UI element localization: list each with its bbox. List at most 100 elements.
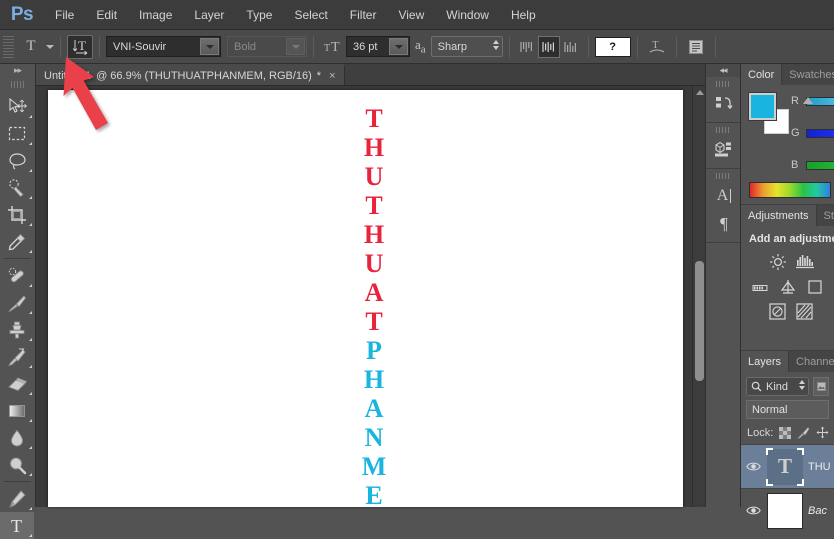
- green-slider[interactable]: [806, 128, 834, 138]
- menu-edit[interactable]: Edit: [85, 0, 128, 30]
- mini-bridge-panel-icon[interactable]: [706, 136, 742, 164]
- menu-view[interactable]: View: [387, 0, 435, 30]
- rectangular-marquee-tool[interactable]: [0, 120, 34, 147]
- hue-saturation-icon[interactable]: [804, 276, 825, 297]
- options-bar-grip[interactable]: [3, 35, 14, 58]
- blur-tool[interactable]: [0, 424, 34, 451]
- dodge-tool[interactable]: [0, 451, 34, 478]
- curves-icon[interactable]: [750, 276, 771, 297]
- menu-type[interactable]: Type: [235, 0, 283, 30]
- document-tab[interactable]: Untitled-1 @ 66.9% (THUTHUATPHANMEM, RGB…: [36, 64, 345, 85]
- divider: [508, 35, 510, 58]
- color-ramp[interactable]: [749, 182, 831, 198]
- menu-layer[interactable]: Layer: [183, 0, 235, 30]
- document-tab-close-button[interactable]: ×: [329, 70, 335, 82]
- layer-thumbnail[interactable]: T: [766, 447, 804, 486]
- quick-selection-tool[interactable]: [0, 174, 34, 201]
- font-size-field[interactable]: 36 pt: [346, 36, 410, 57]
- layer-thumbnail[interactable]: [767, 492, 803, 529]
- dock-collapse-button[interactable]: ◂◂: [706, 64, 740, 77]
- tool-preset-picker[interactable]: T: [18, 35, 44, 59]
- character-panel-icon[interactable]: A: [706, 182, 742, 210]
- anti-alias-stepper[interactable]: [492, 40, 499, 50]
- black-white-icon[interactable]: [794, 301, 815, 322]
- menu-window[interactable]: Window: [435, 0, 500, 30]
- table-row[interactable]: T THU: [741, 444, 834, 488]
- chevron-down-icon[interactable]: [46, 44, 54, 49]
- green-channel-row: G: [791, 127, 834, 139]
- blend-mode-select[interactable]: Normal: [746, 400, 829, 419]
- history-panel-icon[interactable]: [706, 90, 742, 118]
- history-brush-tool[interactable]: [0, 343, 34, 370]
- image-canvas[interactable]: T H U T H U A T P H A N M E M: [48, 90, 683, 507]
- font-family-dropdown[interactable]: [200, 38, 219, 55]
- menu-help[interactable]: Help: [500, 0, 547, 30]
- font-style-field[interactable]: Bold: [227, 36, 307, 57]
- color-balance-icon[interactable]: [767, 301, 788, 322]
- eyedropper-tool[interactable]: [0, 228, 34, 255]
- dock-group-grip[interactable]: [716, 125, 730, 134]
- table-row[interactable]: Bac: [741, 488, 834, 532]
- scroll-up-arrow-icon[interactable]: [696, 90, 704, 95]
- foreground-color-swatch[interactable]: [748, 92, 777, 121]
- tab-color[interactable]: Color: [741, 64, 783, 85]
- document-area: Untitled-1 @ 66.9% (THUTHUATPHANMEM, RGB…: [36, 64, 705, 507]
- tools-panel-collapse-button[interactable]: ▸▸: [0, 64, 35, 77]
- tab-styles[interactable]: Sty: [816, 205, 834, 226]
- gradient-tool[interactable]: [0, 397, 34, 424]
- tools-panel-grip[interactable]: [11, 78, 24, 90]
- lock-image-pixels-icon[interactable]: [797, 426, 810, 439]
- toggle-text-orientation-button[interactable]: T: [67, 34, 93, 59]
- toggle-character-paragraph-panels-button[interactable]: [683, 35, 709, 59]
- spot-healing-brush-tool[interactable]: [0, 262, 34, 289]
- menu-file[interactable]: File: [44, 0, 85, 30]
- menu-select[interactable]: Select: [283, 0, 338, 30]
- move-tool[interactable]: [0, 93, 34, 120]
- align-text-bottom-button[interactable]: [560, 36, 582, 58]
- canvas-vertical-scrollbar[interactable]: [692, 86, 705, 507]
- vertical-text-layer-content[interactable]: T H U T H U A T P H A N M E M: [354, 104, 394, 507]
- dock-group-grip[interactable]: [716, 79, 730, 88]
- layer-name[interactable]: THU: [808, 461, 831, 473]
- font-style-dropdown[interactable]: [286, 38, 305, 55]
- align-text-top-button[interactable]: [516, 36, 538, 58]
- levels-icon[interactable]: [794, 251, 815, 272]
- warp-text-button[interactable]: T: [644, 35, 670, 59]
- font-family-field[interactable]: VNI-Souvir: [106, 36, 221, 57]
- pen-tool[interactable]: [0, 485, 34, 512]
- red-slider-thumb[interactable]: [803, 97, 813, 104]
- menu-filter[interactable]: Filter: [339, 0, 388, 30]
- paragraph-panel-icon[interactable]: ¶: [706, 210, 742, 238]
- scrollbar-thumb[interactable]: [695, 261, 704, 381]
- layer-filter-stepper[interactable]: [799, 380, 805, 390]
- layer-filter-type-button[interactable]: [813, 377, 829, 396]
- crop-tool[interactable]: [0, 201, 34, 228]
- eraser-tool[interactable]: [0, 370, 34, 397]
- anti-alias-field[interactable]: Sharp: [430, 36, 503, 57]
- align-text-center-button[interactable]: [537, 35, 560, 58]
- layer-name[interactable]: Bac: [808, 505, 827, 517]
- lock-transparent-pixels-icon[interactable]: [779, 426, 792, 439]
- font-size-dropdown[interactable]: [389, 38, 408, 55]
- dock-group-grip[interactable]: [716, 171, 730, 180]
- tool-options-corner: [29, 338, 32, 341]
- move-arrows-glyph: [816, 426, 829, 439]
- tab-channels[interactable]: Channels: [789, 351, 834, 372]
- horizontal-type-tool[interactable]: T: [0, 512, 34, 539]
- adjustments-title: Add an adjustme: [749, 233, 834, 245]
- tab-layers[interactable]: Layers: [741, 351, 790, 372]
- menu-image[interactable]: Image: [128, 0, 183, 30]
- text-color-swatch-button[interactable]: ?: [594, 36, 631, 57]
- lock-position-icon[interactable]: [816, 426, 829, 439]
- vibrance-icon[interactable]: [777, 276, 798, 297]
- layer-filter-kind-select[interactable]: Kind: [746, 377, 809, 396]
- layer-visibility-toggle[interactable]: [744, 461, 762, 472]
- lasso-tool[interactable]: [0, 147, 34, 174]
- brush-tool[interactable]: [0, 289, 34, 316]
- brightness-contrast-icon[interactable]: [767, 251, 788, 272]
- checkerboard-glyph: [779, 426, 792, 439]
- clone-stamp-tool[interactable]: [0, 316, 34, 343]
- tab-adjustments[interactable]: Adjustments: [741, 205, 817, 226]
- tab-swatches[interactable]: Swatches: [782, 64, 834, 85]
- blue-slider[interactable]: [806, 160, 834, 170]
